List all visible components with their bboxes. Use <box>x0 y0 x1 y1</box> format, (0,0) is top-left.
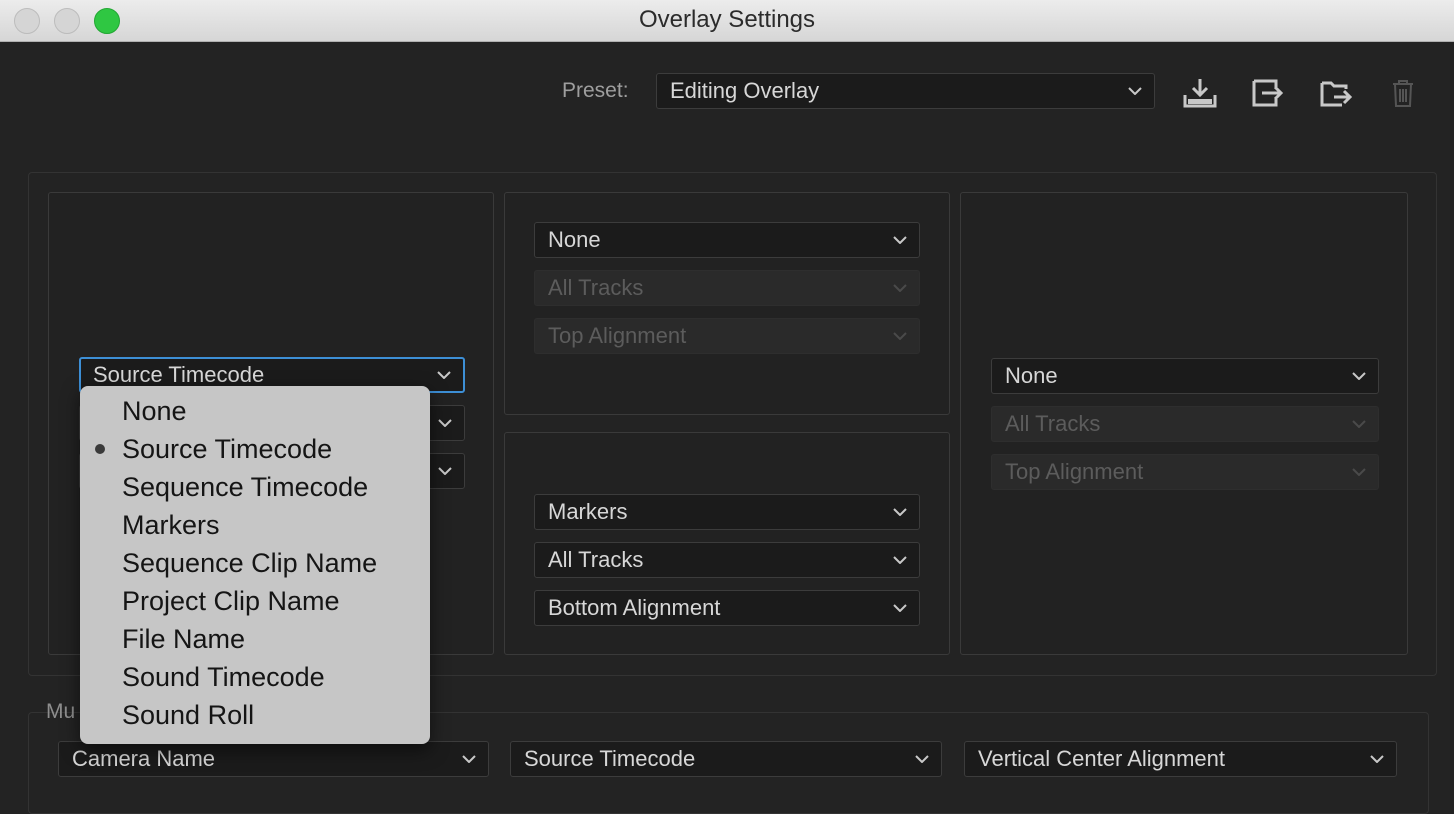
chevron-down-icon <box>893 495 907 529</box>
menu-item-sound-timecode[interactable]: Sound Timecode <box>122 662 325 693</box>
chevron-down-icon <box>893 591 907 625</box>
multicam-timecode-value: Source Timecode <box>524 746 696 771</box>
chevron-down-icon <box>437 359 451 391</box>
save-preset-icon[interactable] <box>1182 75 1218 111</box>
top-center-overlay-panel: None All Tracks Top Alignment <box>504 192 950 415</box>
top-center-alignment-select: Top Alignment <box>534 318 920 354</box>
export-preset-icon[interactable] <box>1318 75 1354 111</box>
chevron-down-icon <box>438 454 452 488</box>
chevron-down-icon <box>1128 74 1142 108</box>
multicam-label: Mu <box>46 700 76 723</box>
bottom-center-overlay-panel: Markers All Tracks Bottom Alignment <box>504 432 950 655</box>
preset-label: Preset: <box>562 79 629 102</box>
title-bar: Overlay Settings <box>0 0 1454 42</box>
chevron-down-icon <box>893 319 907 353</box>
delete-preset-icon[interactable] <box>1385 75 1421 111</box>
menu-item-project-clip-name[interactable]: Project Clip Name <box>122 586 340 617</box>
right-field-select[interactable]: None <box>991 358 1379 394</box>
top-center-tracks-value: All Tracks <box>548 275 644 300</box>
menu-item-sequence-timecode[interactable]: Sequence Timecode <box>122 472 368 503</box>
preset-select-value: Editing Overlay <box>670 78 820 103</box>
bottom-center-field-select[interactable]: Markers <box>534 494 920 530</box>
source-field-dropdown-menu: None Source Timecode Sequence Timecode M… <box>80 386 430 744</box>
multicam-camera-select[interactable]: Camera Name <box>58 741 489 777</box>
chevron-down-icon <box>1352 455 1366 489</box>
multicam-camera-value: Camera Name <box>72 746 216 771</box>
multicam-alignment-value: Vertical Center Alignment <box>978 746 1226 771</box>
bottom-center-tracks-select[interactable]: All Tracks <box>534 542 920 578</box>
left-field-value: Source Timecode <box>93 362 265 387</box>
chevron-down-icon <box>893 223 907 257</box>
chevron-down-icon <box>893 271 907 305</box>
right-overlay-panel: None All Tracks Top Alignment <box>960 192 1408 655</box>
chevron-down-icon <box>915 742 929 776</box>
top-center-alignment-value: Top Alignment <box>548 323 687 348</box>
right-field-value: None <box>1005 363 1058 388</box>
bottom-center-alignment-value: Bottom Alignment <box>548 595 721 620</box>
menu-item-markers[interactable]: Markers <box>122 510 220 541</box>
top-center-field-value: None <box>548 227 601 252</box>
bottom-center-tracks-value: All Tracks <box>548 547 644 572</box>
chevron-down-icon <box>438 406 452 440</box>
top-center-tracks-select: All Tracks <box>534 270 920 306</box>
menu-item-file-name[interactable]: File Name <box>122 624 245 655</box>
chevron-down-icon <box>1352 359 1366 393</box>
window-title: Overlay Settings <box>638 6 816 33</box>
menu-item-none[interactable]: None <box>122 396 187 427</box>
chevron-down-icon <box>1352 407 1366 441</box>
chevron-down-icon <box>1370 742 1384 776</box>
bottom-center-alignment-select[interactable]: Bottom Alignment <box>534 590 920 626</box>
top-center-field-select[interactable]: None <box>534 222 920 258</box>
bottom-center-field-value: Markers <box>548 499 628 524</box>
menu-item-sound-roll[interactable]: Sound Roll <box>122 700 254 731</box>
chevron-down-icon <box>893 543 907 577</box>
right-tracks-select: All Tracks <box>991 406 1379 442</box>
chevron-down-icon <box>462 742 476 776</box>
menu-item-sequence-clip-name[interactable]: Sequence Clip Name <box>122 548 377 579</box>
right-tracks-value: All Tracks <box>1005 411 1101 436</box>
right-alignment-select: Top Alignment <box>991 454 1379 490</box>
preset-select[interactable]: Editing Overlay <box>656 73 1155 109</box>
selected-indicator-icon <box>95 444 105 454</box>
import-preset-icon[interactable] <box>1250 75 1286 111</box>
menu-item-source-timecode[interactable]: Source Timecode <box>122 434 332 465</box>
right-alignment-value: Top Alignment <box>1005 459 1144 484</box>
multicam-alignment-select[interactable]: Vertical Center Alignment <box>964 741 1397 777</box>
multicam-timecode-select[interactable]: Source Timecode <box>510 741 942 777</box>
